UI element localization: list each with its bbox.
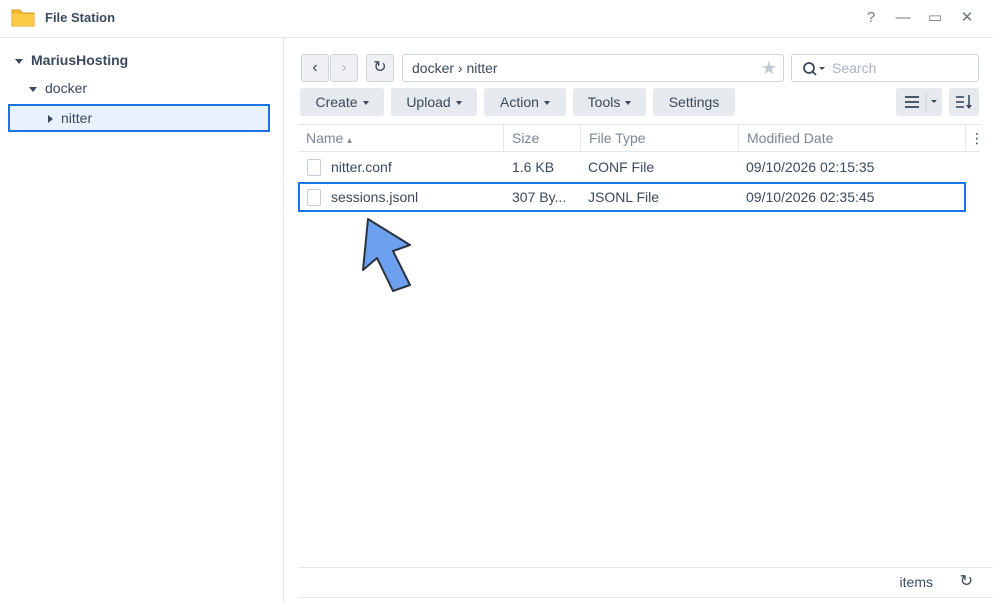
settings-button[interactable]: Settings [653, 88, 735, 116]
file-icon [307, 159, 321, 176]
star-icon[interactable]: ★ [761, 58, 777, 79]
chevron-down-icon [455, 101, 462, 106]
search-placeholder: Search [832, 60, 877, 76]
column-header-type[interactable]: File Type [581, 125, 739, 152]
column-options-icon[interactable]: ⋮ [966, 125, 984, 152]
items-count-label: items [899, 574, 933, 590]
tree-item-label: MariusHosting [31, 52, 129, 68]
path-bar[interactable]: docker › nitter ★ [402, 54, 784, 82]
create-button[interactable]: Create [300, 88, 384, 116]
chevron-down-icon [625, 101, 632, 106]
maximize-button[interactable]: ▭ [924, 8, 946, 28]
path-text: docker › nitter [412, 60, 498, 76]
status-bar: items ↻ [298, 567, 993, 598]
refresh-icon[interactable]: ↻ [960, 571, 973, 591]
file-type: JSONL File [588, 189, 660, 205]
list-view-icon [905, 92, 937, 112]
tree-item-inner: nitter [48, 105, 92, 131]
column-label: Name [306, 130, 344, 146]
table-header: Name ▴ Size File Type Modified Date ⋮ [298, 124, 984, 152]
tree-item-root[interactable]: MariusHosting [15, 47, 128, 73]
pointer-arrow-icon [362, 218, 411, 292]
tree-item-label: docker [45, 80, 88, 96]
file-size: 1.6 KB [512, 159, 555, 175]
table-row[interactable]: nitter.conf 1.6 KB CONF File 09/10/2026 … [298, 152, 966, 182]
folder-tree: MariusHosting docker nitter [0, 38, 284, 604]
chevron-down-icon [543, 101, 550, 106]
create-label: Create [315, 94, 358, 110]
tools-button[interactable]: Tools [573, 88, 646, 116]
sort-button[interactable] [949, 88, 979, 116]
file-name: nitter.conf [331, 159, 392, 175]
file-icon [307, 189, 321, 206]
column-header-size[interactable]: Size [504, 125, 581, 152]
caret-down-icon [29, 86, 37, 92]
upload-label: Upload [406, 94, 451, 110]
caret-down-icon [15, 58, 23, 64]
column-header-modified[interactable]: Modified Date [739, 125, 966, 152]
file-modified: 09/10/2026 02:15:35 [746, 159, 875, 175]
tree-item-label: nitter [61, 110, 93, 126]
file-modified: 09/10/2026 02:35:45 [746, 189, 875, 205]
upload-button[interactable]: Upload [391, 88, 477, 116]
file-size: 307 By... [512, 189, 567, 205]
back-button[interactable]: ‹ [301, 54, 329, 82]
title-bar: File Station ? — ▭ ✕ [0, 0, 993, 38]
file-type: CONF File [588, 159, 655, 175]
sort-asc-icon: ▴ [347, 135, 352, 145]
sort-icon [956, 95, 972, 109]
app-title: File Station [45, 10, 116, 25]
close-button[interactable]: ✕ [956, 8, 978, 28]
folder-icon [11, 9, 35, 27]
forward-button[interactable]: › [330, 54, 358, 82]
file-list-pane: ‹ › ↻ docker › nitter ★ Search Create Up… [285, 38, 993, 604]
chevron-down-icon [362, 101, 369, 106]
refresh-button[interactable]: ↻ [366, 54, 394, 82]
minimize-button[interactable]: — [892, 8, 914, 28]
caret-right-icon [48, 115, 53, 124]
column-header-name[interactable]: Name ▴ [298, 125, 504, 152]
help-button[interactable]: ? [860, 8, 882, 28]
tree-item-nitter[interactable]: nitter [8, 104, 270, 132]
action-label: Action [500, 94, 539, 110]
file-name: sessions.jsonl [331, 189, 419, 205]
search-input[interactable]: Search [791, 54, 979, 82]
table-row[interactable]: sessions.jsonl 307 By... JSONL File 09/1… [298, 182, 966, 212]
search-icon [803, 62, 825, 76]
tree-item-docker[interactable]: docker [29, 75, 87, 101]
view-mode-button[interactable] [896, 88, 942, 116]
tools-label: Tools [587, 94, 621, 110]
action-button[interactable]: Action [484, 88, 566, 116]
